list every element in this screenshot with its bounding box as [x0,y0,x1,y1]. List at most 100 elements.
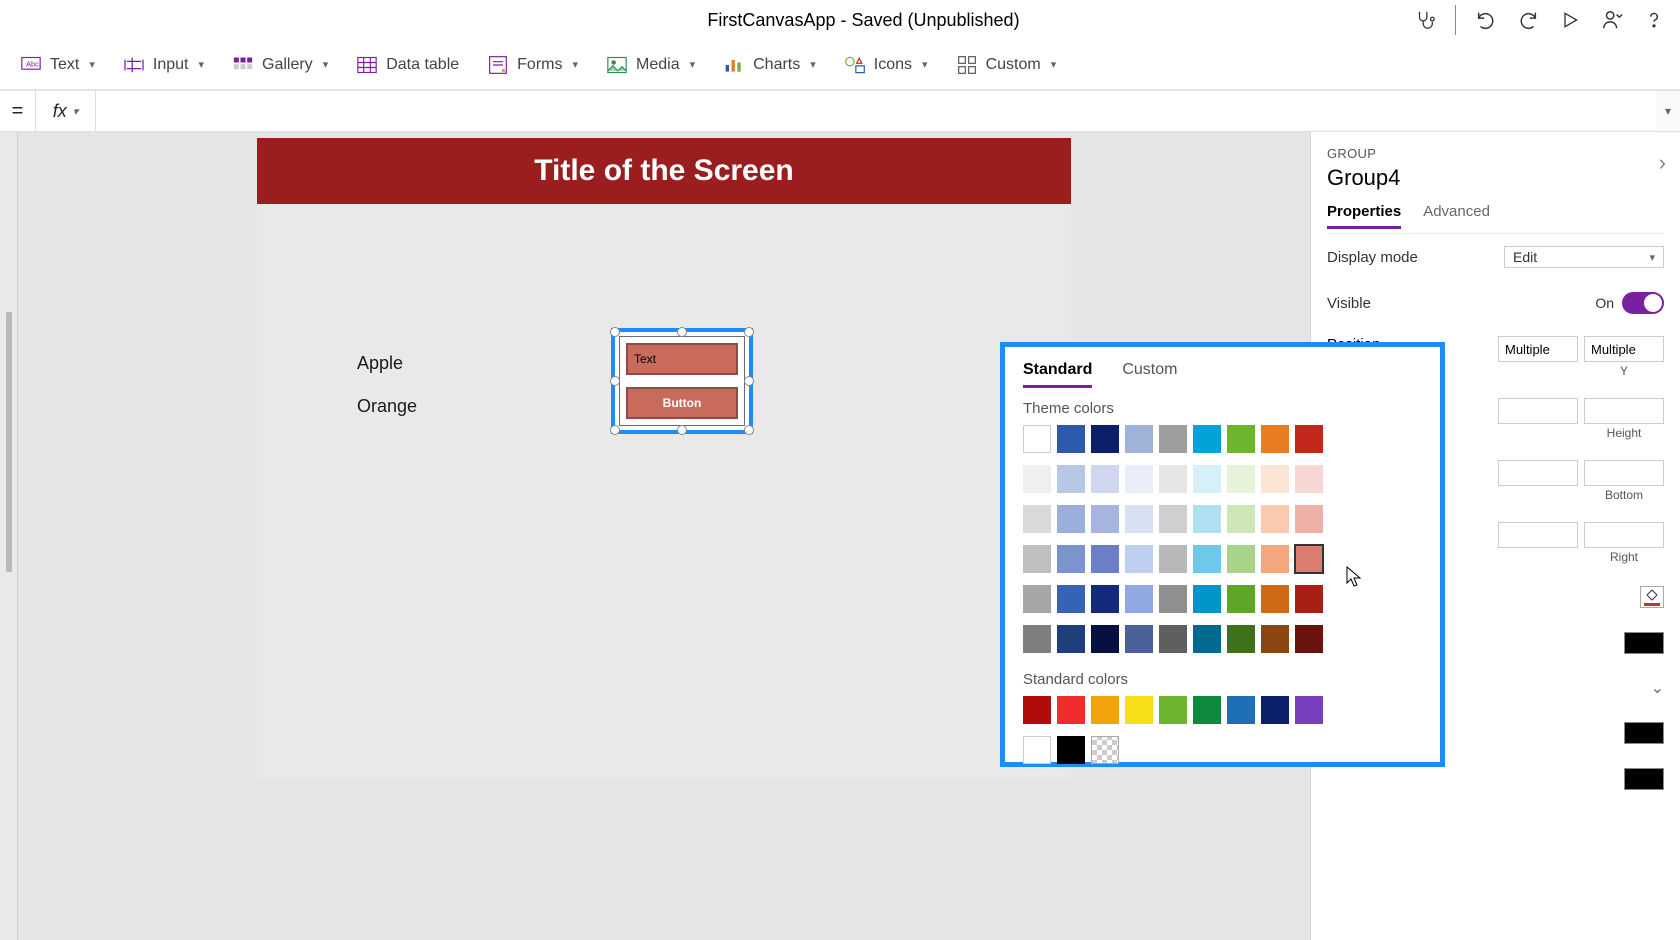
color-swatch[interactable] [1091,696,1119,724]
color-swatch[interactable] [1295,425,1323,453]
color-swatch[interactable] [1091,545,1119,573]
color-swatch[interactable] [1057,585,1085,613]
padding-top-field[interactable] [1498,460,1578,486]
resize-handle[interactable] [610,327,620,337]
resize-handle[interactable] [610,425,620,435]
position-y-field[interactable]: Multiple [1584,336,1664,362]
resize-handle[interactable] [744,327,754,337]
color-swatch[interactable] [1023,465,1051,493]
color-swatch[interactable] [1193,585,1221,613]
color-swatch[interactable] [1125,545,1153,573]
color-swatch[interactable] [1261,465,1289,493]
color-swatch[interactable] [1227,425,1255,453]
panel-expand-icon[interactable]: › [1659,150,1666,176]
formula-input[interactable] [96,91,1656,131]
color-swatch[interactable] [1295,505,1323,533]
color-swatch[interactable] [1057,465,1085,493]
color-swatch[interactable] [1227,505,1255,533]
resize-handle[interactable] [677,327,687,337]
color-swatch[interactable] [1023,696,1051,724]
ribbon-input[interactable]: Input▾ [123,54,204,76]
fill-color-button[interactable] [1640,586,1664,608]
color-swatch[interactable] [1193,505,1221,533]
tab-advanced[interactable]: Advanced [1423,203,1490,229]
color-swatch[interactable] [1295,696,1323,724]
color-swatch[interactable] [1023,425,1051,453]
resize-handle[interactable] [610,376,620,386]
padding-bottom-field[interactable] [1584,460,1664,486]
color-swatch[interactable] [1159,425,1187,453]
resize-handle[interactable] [744,376,754,386]
tab-properties[interactable]: Properties [1327,203,1401,229]
color-swatch[interactable] [1624,722,1664,744]
color-swatch[interactable] [1159,625,1187,653]
color-swatch[interactable] [1295,585,1323,613]
color-swatch[interactable] [1091,425,1119,453]
color-swatch[interactable] [1193,625,1221,653]
color-swatch[interactable] [1057,696,1085,724]
color-swatch[interactable] [1057,425,1085,453]
undo-icon[interactable] [1474,8,1498,32]
color-swatch[interactable] [1023,585,1051,613]
color-swatch[interactable] [1193,545,1221,573]
stethoscope-icon[interactable] [1413,8,1437,32]
person-icon[interactable] [1600,8,1624,32]
color-swatch[interactable] [1261,425,1289,453]
help-icon[interactable] [1642,8,1666,32]
group-button[interactable]: Button [626,387,738,419]
color-swatch[interactable] [1193,696,1221,724]
color-swatch[interactable] [1125,505,1153,533]
color-swatch[interactable] [1125,585,1153,613]
selected-group[interactable]: Text Button [611,328,753,434]
play-icon[interactable] [1558,8,1582,32]
color-swatch[interactable] [1159,505,1187,533]
expand-section-icon[interactable]: ⌄ [1651,678,1664,698]
size-width-field[interactable] [1498,398,1578,424]
color-swatch[interactable] [1624,632,1664,654]
color-swatch[interactable] [1023,736,1051,764]
color-swatch[interactable] [1091,736,1119,764]
color-swatch[interactable] [1125,696,1153,724]
color-swatch[interactable] [1227,696,1255,724]
resize-handle[interactable] [677,425,687,435]
color-swatch[interactable] [1023,545,1051,573]
color-swatch[interactable] [1057,505,1085,533]
color-swatch[interactable] [1295,465,1323,493]
color-swatch[interactable] [1159,545,1187,573]
padding-right-field[interactable] [1584,522,1664,548]
color-tab-standard[interactable]: Standard [1023,361,1092,388]
color-swatch[interactable] [1193,425,1221,453]
ribbon-datatable[interactable]: Data table [356,54,459,76]
ribbon-forms[interactable]: Forms▾ [487,54,578,76]
color-swatch[interactable] [1261,545,1289,573]
color-swatch[interactable] [1091,585,1119,613]
color-swatch[interactable] [1125,425,1153,453]
visible-toggle[interactable] [1622,292,1664,314]
formula-expand-icon[interactable]: ▾ [1656,104,1680,118]
color-swatch[interactable] [1261,505,1289,533]
color-swatch[interactable] [1227,625,1255,653]
color-swatch[interactable] [1023,625,1051,653]
color-swatch[interactable] [1227,585,1255,613]
color-swatch[interactable] [1261,625,1289,653]
color-swatch[interactable] [1159,465,1187,493]
color-swatch[interactable] [1091,505,1119,533]
display-mode-dropdown[interactable]: Edit▾ [1504,246,1664,268]
color-swatch[interactable] [1125,465,1153,493]
color-swatch[interactable] [1227,465,1255,493]
left-collapsed-panel[interactable] [0,132,18,940]
ribbon-icons[interactable]: Icons▾ [844,54,928,76]
redo-icon[interactable] [1516,8,1540,32]
color-swatch[interactable] [1261,696,1289,724]
resize-handle[interactable] [744,425,754,435]
color-swatch[interactable] [1057,736,1085,764]
fx-dropdown[interactable]: fx▾ [36,91,96,131]
position-x-field[interactable]: Multiple [1498,336,1578,362]
color-swatch[interactable] [1159,696,1187,724]
ribbon-media[interactable]: Media▾ [606,54,695,76]
color-swatch[interactable] [1057,625,1085,653]
color-swatch[interactable] [1193,465,1221,493]
color-swatch[interactable] [1261,585,1289,613]
color-swatch[interactable] [1057,545,1085,573]
color-tab-custom[interactable]: Custom [1122,361,1177,388]
